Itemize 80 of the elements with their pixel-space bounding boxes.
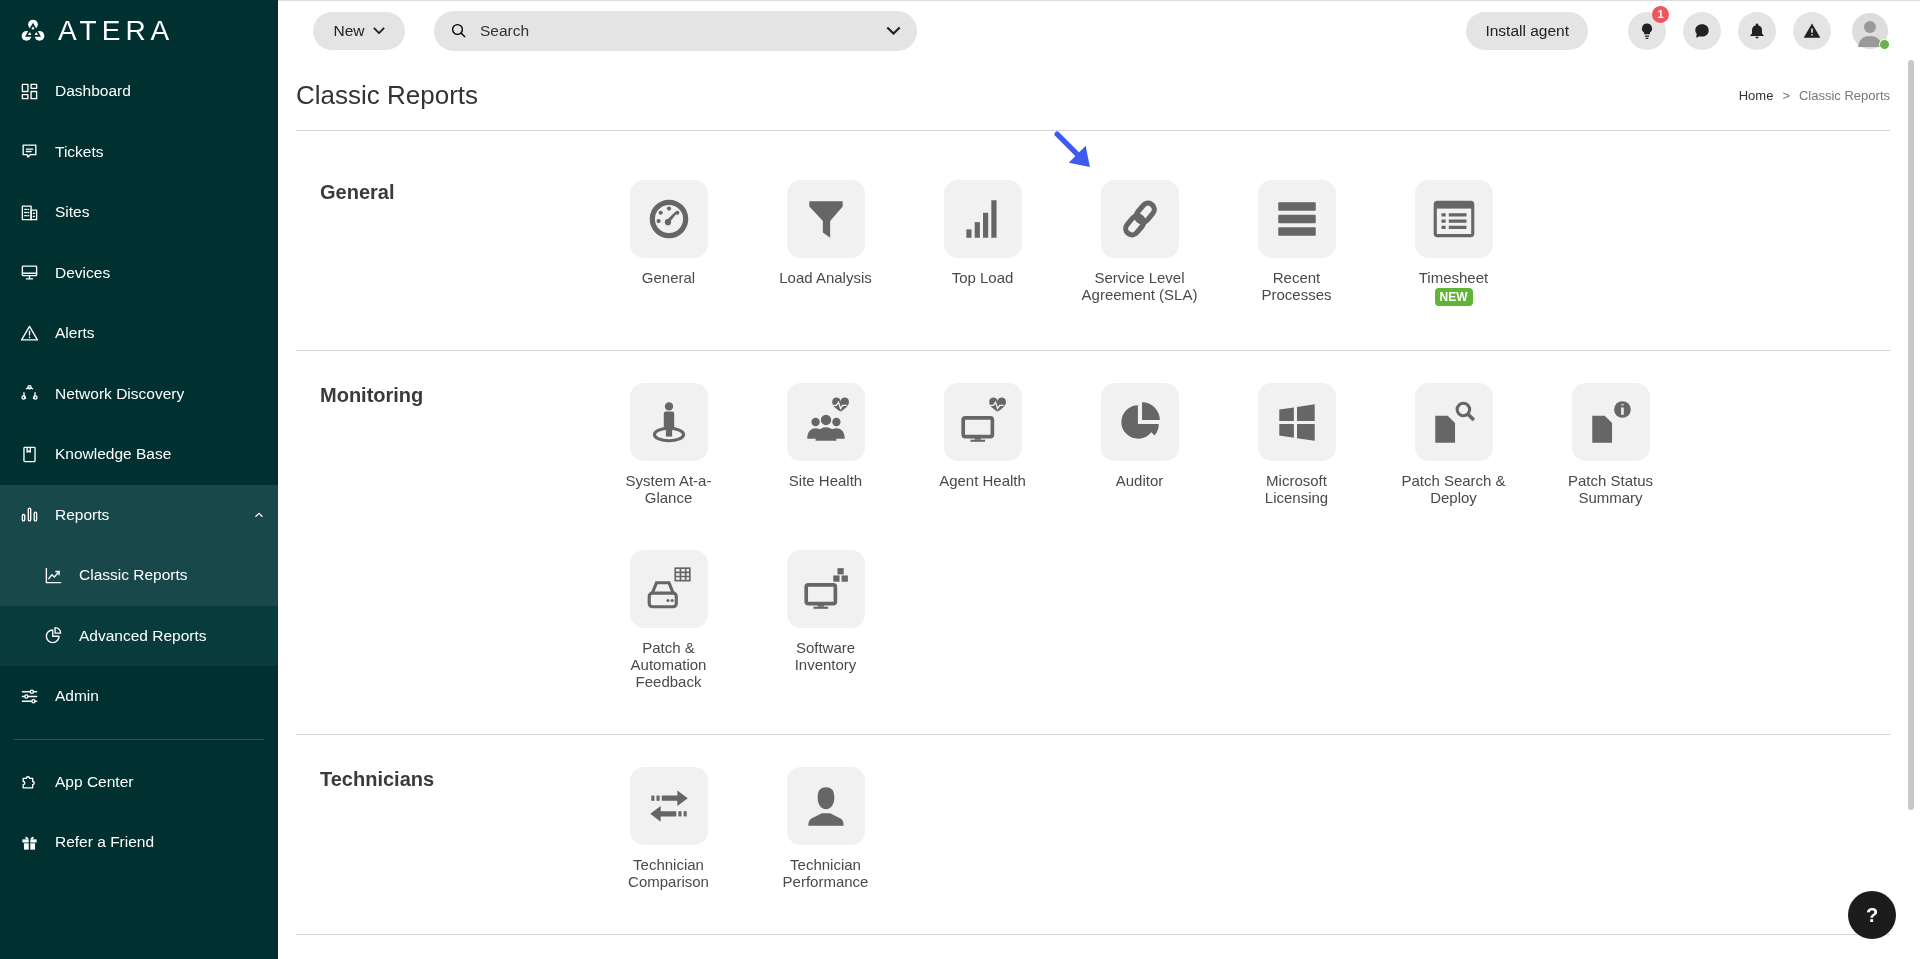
report-link[interactable]: Service Level Agreement (SLA) <box>1080 269 1199 303</box>
annotation-arrow-icon <box>1054 131 1092 169</box>
search-bar[interactable]: Search <box>434 10 917 51</box>
bell-button[interactable] <box>1738 11 1776 50</box>
breadcrumb-current: Classic Reports <box>1798 87 1890 103</box>
book-icon <box>20 444 39 464</box>
sidebar-item[interactable]: Sites <box>0 182 278 243</box>
section-heading: Technicians <box>319 767 436 792</box>
monitor-icon <box>20 263 39 283</box>
report-icon-button[interactable] <box>1100 180 1179 258</box>
report-icon-button[interactable] <box>786 180 865 258</box>
report-icon-button[interactable] <box>786 550 865 628</box>
report-link[interactable]: Site Health <box>766 472 885 489</box>
line-chart-icon <box>44 565 63 585</box>
avatar[interactable] <box>1852 12 1888 49</box>
report-icon-button[interactable] <box>629 550 708 628</box>
dashboard-icon <box>20 81 39 101</box>
report-icon-button[interactable] <box>1414 180 1493 258</box>
logo-icon <box>20 17 46 44</box>
report-link[interactable]: System At-a-Glance <box>609 472 728 506</box>
report-link[interactable]: Patch Search & Deploy <box>1394 472 1513 506</box>
report-icon-button[interactable] <box>1257 383 1336 461</box>
sidebar-item[interactable]: Refer a Friend <box>0 812 278 873</box>
report-icon-button[interactable] <box>629 383 708 461</box>
report-icon-button[interactable] <box>1257 180 1336 258</box>
sidebar-item[interactable]: Tickets <box>0 121 278 182</box>
report-link[interactable]: Technician Performance <box>766 856 885 890</box>
lightbulb-button[interactable] <box>1628 11 1666 50</box>
report-icon-button[interactable] <box>786 767 865 845</box>
sidebar-item[interactable]: Dashboard <box>0 61 278 122</box>
sidebar-item[interactable]: Reports <box>0 484 278 545</box>
building-icon <box>20 202 39 222</box>
report-link[interactable]: Auditor <box>1080 472 1199 489</box>
new-button[interactable]: New <box>313 11 405 50</box>
breadcrumb-separator: > <box>1782 87 1790 103</box>
notification-badge: 1 <box>1652 5 1669 23</box>
report-link[interactable]: Recent Processes <box>1237 269 1356 303</box>
report-icon-button[interactable] <box>1100 383 1179 461</box>
sidebar-item[interactable]: App Center <box>0 751 278 812</box>
report-link[interactable]: Technician Comparison <box>609 856 728 890</box>
chat-bubble-button[interactable] <box>1683 11 1721 50</box>
report-link[interactable]: Load Analysis <box>766 269 885 286</box>
sidebar-item[interactable]: Knowledge Base <box>0 424 278 485</box>
warning-button[interactable] <box>1793 11 1831 50</box>
report-link[interactable]: Timesheet <box>1394 269 1513 286</box>
report-link[interactable]: Patch Status Summary <box>1551 472 1670 506</box>
report-icon-button[interactable] <box>629 767 708 845</box>
report-icon-button[interactable] <box>943 180 1022 258</box>
page-title: Classic Reports <box>296 79 479 111</box>
warning-icon <box>20 323 39 343</box>
sidebar-item[interactable]: Advanced Reports <box>0 605 278 666</box>
report-link[interactable]: Agent Health <box>923 472 1042 489</box>
report-link[interactable]: Patch & Automation Feedback <box>609 639 728 690</box>
sidebar-item[interactable]: Network Discovery <box>0 363 278 424</box>
section-heading: Monitoring <box>319 383 425 408</box>
sidebar-item[interactable]: Alerts <box>0 303 278 364</box>
sidebar-item[interactable]: Devices <box>0 242 278 303</box>
logo-text: ATERA <box>58 16 175 45</box>
pie-chart-icon <box>44 626 63 646</box>
search-field[interactable]: Search <box>478 20 876 41</box>
sidebar-item[interactable]: Classic Reports <box>0 545 278 606</box>
report-link[interactable]: General <box>609 269 728 286</box>
chevron-down-icon <box>886 26 901 35</box>
chevron-down-icon <box>372 27 385 34</box>
report-icon-button[interactable] <box>943 383 1022 461</box>
scrollbar[interactable] <box>1908 60 1914 810</box>
report-icon-button[interactable] <box>1414 383 1493 461</box>
sidebar-item[interactable]: Admin <box>0 666 278 727</box>
report-icon-button[interactable] <box>1571 383 1650 461</box>
breadcrumb-link[interactable]: Home <box>1738 87 1774 103</box>
help-button[interactable]: ? <box>1848 891 1896 939</box>
report-icon-button[interactable] <box>786 383 865 461</box>
search-icon <box>450 21 468 40</box>
report-icon-button[interactable] <box>629 180 708 258</box>
section-heading: General <box>319 180 396 205</box>
new-badge: NEW <box>1434 288 1473 306</box>
install-agent-button[interactable]: Install agent <box>1466 11 1588 50</box>
report-link[interactable]: Top Load <box>923 269 1042 286</box>
report-link[interactable]: Microsoft Licensing <box>1237 472 1356 506</box>
report-link[interactable]: Software Inventory <box>766 639 885 673</box>
